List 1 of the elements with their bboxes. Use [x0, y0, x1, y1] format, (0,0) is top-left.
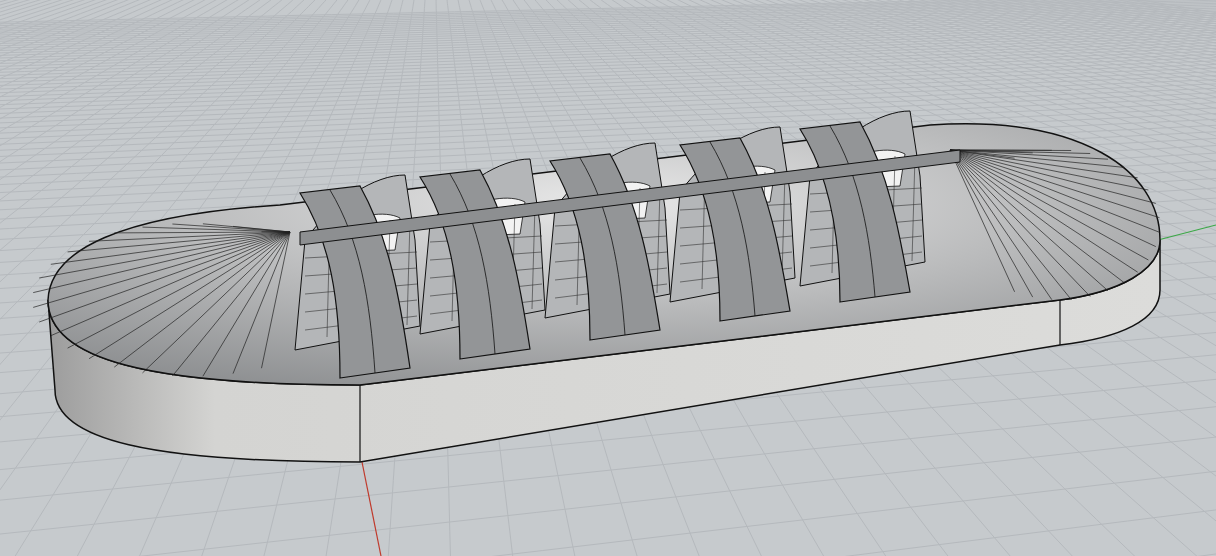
building-model-drawing[interactable] [32, 110, 1161, 463]
